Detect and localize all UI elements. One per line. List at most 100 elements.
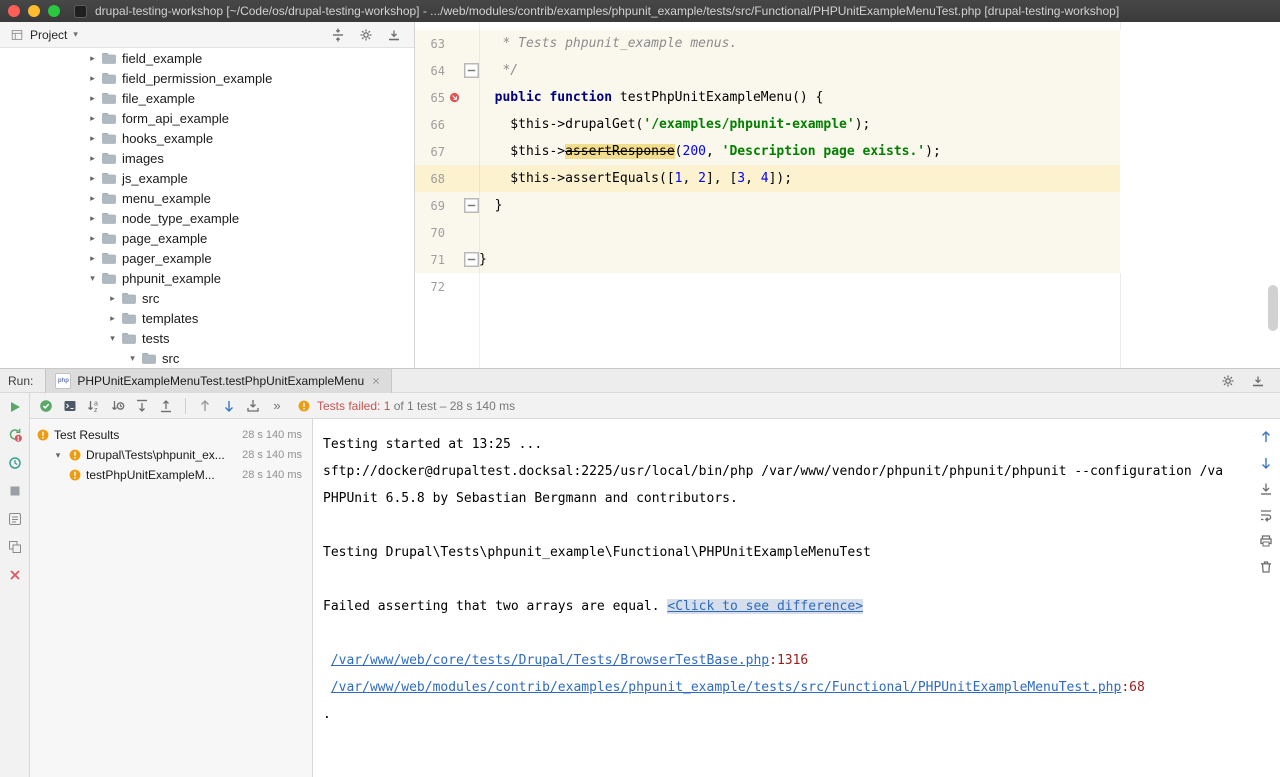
line-number[interactable]: 68	[415, 172, 445, 186]
run-console[interactable]: Testing started at 13:25 ...sftp://docke…	[313, 419, 1252, 777]
test-history-button[interactable]	[7, 511, 23, 527]
tree-item-node_type_example[interactable]: ▸node_type_example	[0, 208, 414, 228]
more-options-button[interactable]: »	[269, 398, 285, 414]
hide-panel-button[interactable]	[1250, 373, 1266, 389]
chevron-right-icon[interactable]: ▸	[86, 73, 99, 84]
chevron-down-icon[interactable]: ▾	[73, 29, 78, 40]
chevron-right-icon[interactable]: ▸	[86, 93, 99, 104]
chevron-down-icon[interactable]: ▾	[126, 353, 139, 364]
tree-item-tests[interactable]: ▾tests	[0, 328, 414, 348]
sort-alphabetically-button[interactable]: az	[86, 398, 102, 414]
rerun-failed-tests-button[interactable]	[7, 427, 23, 443]
tree-item-file_example[interactable]: ▸file_example	[0, 88, 414, 108]
console-link[interactable]: /var/www/web/core/tests/Drupal/Tests/Bro…	[331, 653, 769, 668]
chevron-right-icon[interactable]: ▸	[86, 153, 99, 164]
sort-by-duration-button[interactable]	[110, 398, 126, 414]
collapse-all-button[interactable]	[330, 27, 346, 43]
show-passed-button[interactable]	[38, 398, 54, 414]
editor-line-63[interactable]: 63 * Tests phpunit_example menus.	[415, 30, 1280, 57]
editor-line-65[interactable]: 65 public function testPhpUnitExampleMen…	[415, 84, 1280, 111]
rerun-test-button[interactable]	[7, 399, 23, 415]
editor-line-66[interactable]: 66 $this->drupalGet('/examples/phpunit-e…	[415, 111, 1280, 138]
line-number[interactable]: 65	[415, 91, 445, 105]
run-tab[interactable]: php PHPUnitExampleMenuTest.testPhpUnitEx…	[45, 369, 392, 393]
toggle-auto-test-button[interactable]	[7, 455, 23, 471]
tree-item-form_api_example[interactable]: ▸form_api_example	[0, 108, 414, 128]
editor-line-68[interactable]: 68 $this->assertEquals([1, 2], [3, 4]);	[415, 165, 1280, 192]
minimize-window-button[interactable]	[28, 5, 40, 17]
print-button[interactable]	[1258, 533, 1274, 549]
collapse-all-button[interactable]	[158, 398, 174, 414]
fold-marker-icon[interactable]	[464, 252, 479, 267]
tree-item-images[interactable]: ▸images	[0, 148, 414, 168]
chevron-down-icon[interactable]: ▾	[86, 273, 99, 284]
line-number[interactable]: 66	[415, 118, 445, 132]
fold-marker-icon[interactable]	[464, 63, 479, 78]
chevron-right-icon[interactable]: ▸	[86, 253, 99, 264]
editor-line-70[interactable]: 70	[415, 219, 1280, 246]
hide-panel-button[interactable]	[386, 27, 402, 43]
show-console-button[interactable]	[62, 398, 78, 414]
chevron-right-icon[interactable]: ▸	[86, 173, 99, 184]
clear-console-button[interactable]	[1258, 559, 1274, 575]
previous-failed-test-button[interactable]	[197, 398, 213, 414]
editor-line-71[interactable]: 71}	[415, 246, 1280, 273]
editor-line-72[interactable]: 72	[415, 273, 1280, 300]
close-tab-icon[interactable]	[370, 375, 382, 387]
editor-line-69[interactable]: 69 }	[415, 192, 1280, 219]
restore-layout-button[interactable]	[7, 539, 23, 555]
close-window-button[interactable]	[8, 5, 20, 17]
test-failed-gutter-icon[interactable]	[445, 92, 464, 103]
line-number[interactable]: 67	[415, 145, 445, 159]
settings-gear-button[interactable]	[1220, 373, 1236, 389]
editor-line-64[interactable]: 64 */	[415, 57, 1280, 84]
test-tree-item[interactable]: ▾Drupal\Tests\phpunit_ex...28 s 140 ms	[30, 445, 312, 465]
chevron-right-icon[interactable]: ▸	[86, 113, 99, 124]
line-number[interactable]: 72	[415, 280, 445, 294]
chevron-right-icon[interactable]: ▸	[86, 53, 99, 64]
import-test-results-button[interactable]	[245, 398, 261, 414]
scroll-to-end-button[interactable]	[1258, 481, 1274, 497]
settings-gear-button[interactable]	[358, 27, 374, 43]
soft-wrap-button[interactable]	[1258, 507, 1274, 523]
chevron-right-icon[interactable]: ▸	[86, 193, 99, 204]
stop-button[interactable]	[7, 483, 23, 499]
test-tree-item[interactable]: Test Results28 s 140 ms	[30, 425, 312, 445]
editor[interactable]: 63 * Tests phpunit_example menus.64 */65…	[415, 22, 1280, 368]
tree-item-templates[interactable]: ▸templates	[0, 308, 414, 328]
tree-item-js_example[interactable]: ▸js_example	[0, 168, 414, 188]
line-number[interactable]: 69	[415, 199, 445, 213]
editor-line-67[interactable]: 67 $this->assertResponse(200, 'Descripti…	[415, 138, 1280, 165]
chevron-right-icon[interactable]: ▸	[106, 293, 119, 304]
zoom-window-button[interactable]	[48, 5, 60, 17]
down-the-stack-trace-button[interactable]	[1258, 455, 1274, 471]
tree-item-hooks_example[interactable]: ▸hooks_example	[0, 128, 414, 148]
chevron-right-icon[interactable]: ▸	[86, 213, 99, 224]
editor-scrollbar[interactable]	[1268, 285, 1278, 331]
console-link[interactable]: <Click to see difference>	[667, 599, 863, 614]
tree-item-src[interactable]: ▾src	[0, 348, 414, 368]
chevron-down-icon[interactable]: ▾	[52, 450, 64, 461]
chevron-down-icon[interactable]: ▾	[106, 333, 119, 344]
tree-item-field_permission_example[interactable]: ▸field_permission_example	[0, 68, 414, 88]
chevron-right-icon[interactable]: ▸	[86, 133, 99, 144]
chevron-right-icon[interactable]: ▸	[86, 233, 99, 244]
console-link[interactable]: /var/www/web/modules/contrib/examples/ph…	[331, 680, 1122, 695]
close-button[interactable]	[7, 567, 23, 583]
tree-item-pager_example[interactable]: ▸pager_example	[0, 248, 414, 268]
line-number[interactable]: 71	[415, 253, 445, 267]
chevron-right-icon[interactable]: ▸	[106, 313, 119, 324]
project-panel-title[interactable]: Project	[30, 28, 67, 42]
line-number[interactable]: 63	[415, 37, 445, 51]
line-number[interactable]: 64	[415, 64, 445, 78]
tree-item-page_example[interactable]: ▸page_example	[0, 228, 414, 248]
next-failed-test-button[interactable]	[221, 398, 237, 414]
tree-item-field_example[interactable]: ▸field_example	[0, 48, 414, 68]
test-tree-item[interactable]: testPhpUnitExampleM...28 s 140 ms	[30, 465, 312, 485]
tree-item-src[interactable]: ▸src	[0, 288, 414, 308]
expand-all-button[interactable]	[134, 398, 150, 414]
up-the-stack-trace-button[interactable]	[1258, 429, 1274, 445]
line-number[interactable]: 70	[415, 226, 445, 240]
fold-marker-icon[interactable]	[464, 198, 479, 213]
tree-item-menu_example[interactable]: ▸menu_example	[0, 188, 414, 208]
